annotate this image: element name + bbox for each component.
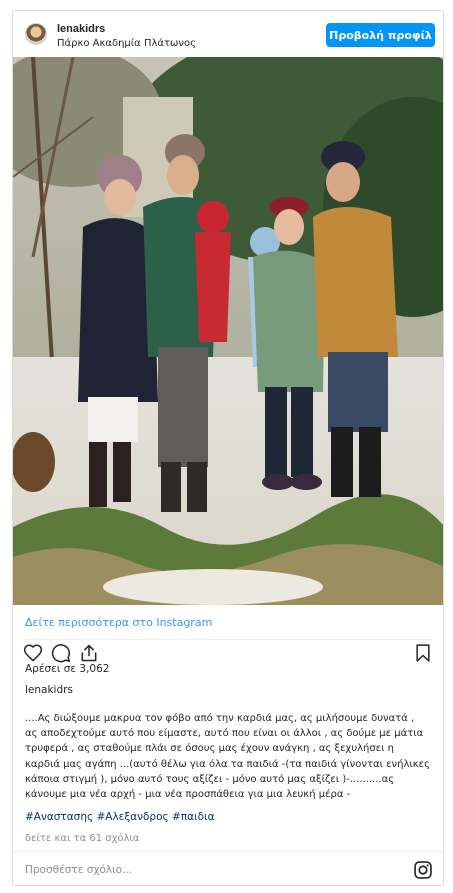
post-header: lenakidrs Πάρκο Ακαδημία Πλάτωνος Προβολ… [13,11,443,57]
bookmark-icon[interactable] [413,643,433,663]
username[interactable]: lenakidrs [57,23,105,35]
comment-icon[interactable] [51,643,71,663]
hashtags: #Αναστασης #Αλεξανδρος #παιδια [25,811,215,823]
caption-line: κάνουμε μια νέα αρχή - μια νέα προσπάθει… [25,789,351,801]
caption-text: ....Ας διώξουμε μακρυα τον φόβο από την … [25,711,433,802]
comment-input[interactable] [25,861,385,879]
share-icon[interactable] [79,643,99,663]
hashtag-link[interactable]: #Αλεξανδρος [96,811,168,823]
caption-line: ας αποδεχτούμε αυτό που είμαστε, αυτό πο… [25,728,424,740]
caption-line: τρυφερά , ας σταθούμε πλάι σε όσους μας … [25,743,395,755]
comment-bar [13,851,443,885]
photo-image [13,57,443,605]
instagram-logo-icon[interactable] [413,860,433,880]
view-comments-link[interactable]: δείτε και τα 61 σχόλια [25,833,139,844]
hashtag-link[interactable]: #παιδια [172,811,215,823]
view-profile-button[interactable]: Προβολή προφίλ [326,23,435,47]
hashtag-link[interactable]: #Αναστασης [25,811,93,823]
instagram-embed-card: lenakidrs Πάρκο Ακαδημία Πλάτωνος Προβολ… [12,10,444,886]
caption-line: καρδιά μας αγάπη ...(αυτό θέλω για όλα τ… [25,758,430,770]
likes-count[interactable]: Αρέσει σε 3,062 [25,663,109,675]
location[interactable]: Πάρκο Ακαδημία Πλάτωνος [57,38,196,49]
caption-line: κάποια στιγμή ), μόνο αυτό τους αξίζει -… [25,773,395,785]
caption-username[interactable]: lenakidrs [25,684,73,696]
post-photo[interactable] [13,57,443,605]
caption-line: ....Ας διώξουμε μακρυα τον φόβο από την … [25,713,415,724]
avatar[interactable] [25,23,47,45]
heart-icon[interactable] [23,643,43,663]
view-more-instagram-link[interactable]: Δείτε περισσότερα στο Instagram [25,607,212,637]
